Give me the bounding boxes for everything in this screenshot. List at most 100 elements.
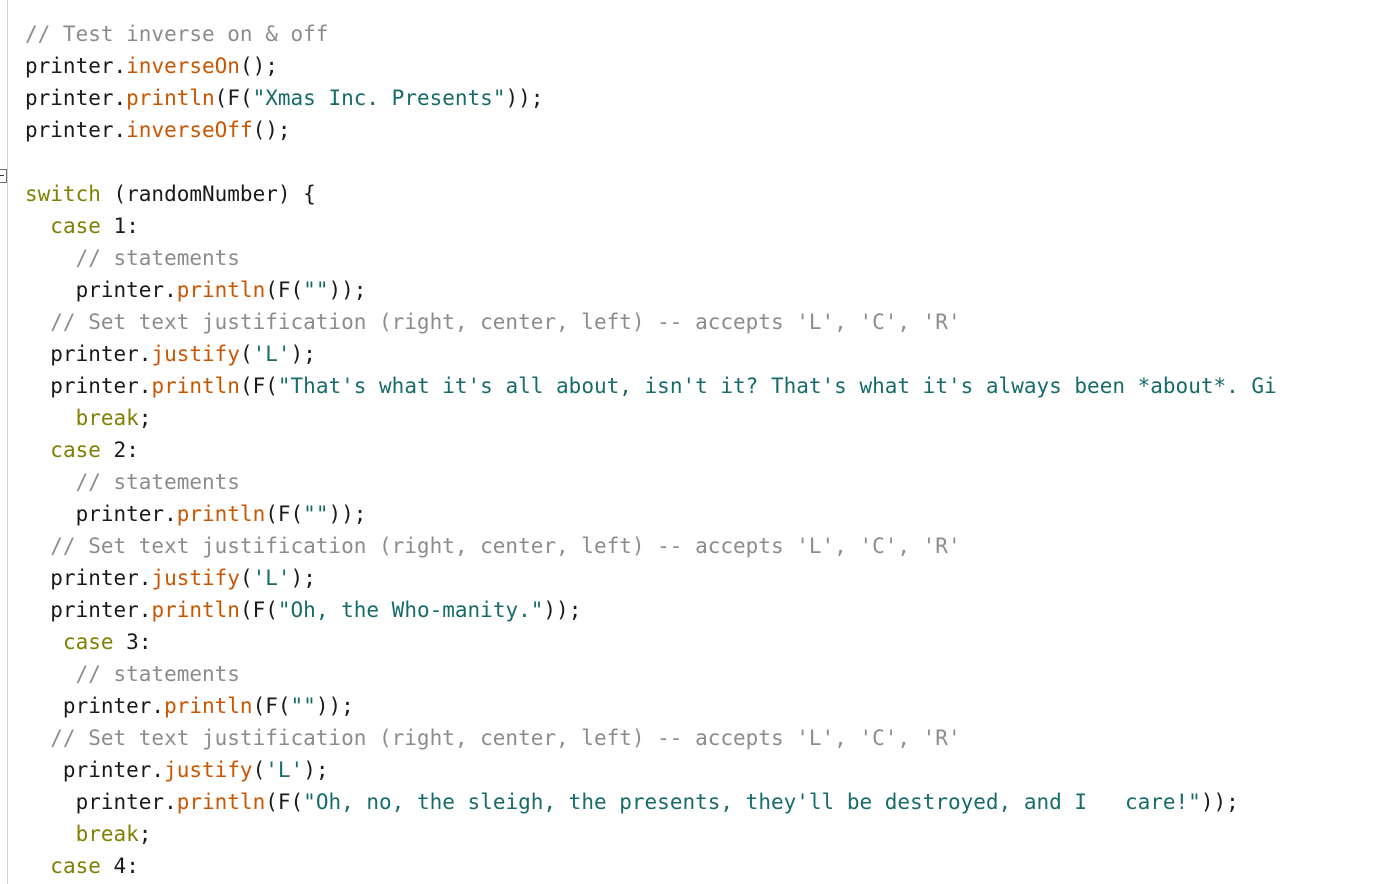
code-token-pl: printer. [25,118,127,142]
code-token-pl: ; [138,822,152,846]
code-token-pl: (F( [214,86,253,110]
code-token-num: 2 [113,438,127,462]
code-token-str: "" [303,278,329,302]
code-line[interactable]: // Set text justification (right, center… [0,722,1386,754]
code-line[interactable]: case 2: [0,434,1386,466]
code-token-pl: (); [252,118,291,142]
code-line[interactable]: case 4: [0,850,1386,882]
code-token-pl: printer. [25,566,152,590]
code-token-pl: (F( [265,502,304,526]
code-token-kw: break [75,406,139,430]
fold-collapse-icon[interactable] [0,169,7,183]
code-line[interactable]: // Set text justification (right, center… [0,306,1386,338]
code-token-pl: : [126,854,139,878]
code-token-pl: )); [328,502,367,526]
code-token-kw: case [62,630,114,654]
code-token-kw: case [50,854,101,878]
code-line[interactable]: printer.inverseOff(); [0,114,1386,146]
code-token-fn: println [126,86,215,110]
code-line[interactable]: case 1: [0,210,1386,242]
code-token-pl: ( [252,758,266,782]
code-token-pl: )); [315,694,354,718]
code-token-pl: printer. [25,342,152,366]
code-line[interactable]: printer.justify('L'); [0,338,1386,370]
code-token-str: "" [303,502,329,526]
code-token-fn: justify [164,758,253,782]
code-line[interactable]: // statements [0,658,1386,690]
code-token-pl: printer. [25,374,152,398]
code-token-fn: println [176,502,266,526]
code-token-fn: println [164,694,253,718]
code-token-pl: printer. [25,790,177,814]
code-line[interactable]: printer.println(F("Oh, the Who-manity.")… [0,594,1386,626]
code-token-fn: inverseOff [126,118,253,142]
code-token-fn: justify [151,342,240,366]
code-line[interactable]: printer.println(F("That's what it's all … [0,370,1386,402]
code-line[interactable]: // Test inverse on & off [0,18,1386,50]
code-token-str: "Oh, no, the sleigh, the presents, they'… [303,790,1201,814]
code-line[interactable]: printer.println(F("")); [0,498,1386,530]
code-token-cm: // Set text justification (right, center… [25,534,961,558]
code-token-cm: // statements [25,662,240,686]
code-line[interactable]: printer.inverseOn(); [0,50,1386,82]
code-token-cm: // statements [25,246,240,270]
code-token-num: 3 [126,630,139,654]
code-line[interactable]: printer.println(F("Xmas Inc. Presents"))… [0,82,1386,114]
code-token-fn: println [151,598,240,622]
code-line[interactable] [0,146,1386,178]
code-line[interactable]: // statements [0,466,1386,498]
code-token-pl: ( [239,566,253,590]
code-content[interactable]: // Test inverse on & off printer.inverseO… [0,0,1386,882]
code-token-kw: break [75,822,139,846]
code-line[interactable]: case 3: [0,626,1386,658]
code-line[interactable]: printer.println(F("")); [0,690,1386,722]
code-token-kw: case [50,214,101,238]
code-token-pl: printer. [25,54,127,78]
code-token-cm: // Set text justification (right, center… [25,310,961,334]
code-token-pl: ); [303,758,329,782]
code-token-pl: (F( [265,278,304,302]
code-token-pl: printer. [25,598,152,622]
code-token-pl: )); [1200,790,1239,814]
code-token-pl: printer. [25,758,165,782]
code-token-pl: printer. [25,502,177,526]
code-line[interactable]: // statements [0,242,1386,274]
code-token-pl: (); [239,54,278,78]
code-line[interactable]: printer.justify('L'); [0,754,1386,786]
code-token-pl: (F( [252,694,291,718]
code-token-pl: (randomNumber) { [100,182,316,206]
code-line[interactable]: printer.println(F("Oh, no, the sleigh, t… [0,786,1386,818]
code-token-pl: ); [290,342,316,366]
code-token-pl: printer. [25,278,177,302]
code-token-pl: ( [239,342,253,366]
code-token-pl: printer. [25,86,127,110]
code-token-str: "Oh, the Who-manity." [277,598,544,622]
code-token-str: "Xmas Inc. Presents" [252,86,506,110]
code-token-str: 'L' [265,758,304,782]
code-line[interactable]: break; [0,818,1386,850]
code-token-fn: println [151,374,240,398]
code-token-cm: // Test inverse on & off [25,22,329,46]
code-token-fn: justify [151,566,240,590]
code-editor[interactable]: // Test inverse on & off printer.inverseO… [0,0,1386,884]
code-token-str: 'L' [252,342,291,366]
code-token-pl: (F( [239,374,278,398]
code-token-pl: ); [290,566,316,590]
code-token-cm: // Set text justification (right, center… [25,726,961,750]
code-line[interactable]: // Set text justification (right, center… [0,530,1386,562]
code-line[interactable]: break; [0,402,1386,434]
code-line[interactable]: printer.justify('L'); [0,562,1386,594]
code-token-pl: )); [328,278,367,302]
code-line[interactable]: switch (randomNumber) { [0,178,1386,210]
code-line[interactable]: printer.println(F("")); [0,274,1386,306]
